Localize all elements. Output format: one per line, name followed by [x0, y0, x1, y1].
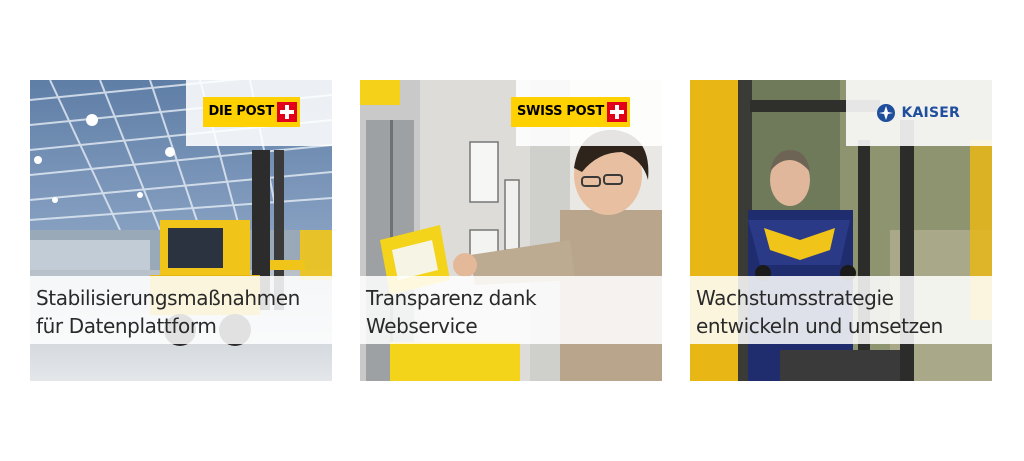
swiss-post-logo: SWISS POST	[510, 97, 630, 127]
card-title[interactable]: Wachstumsstrategie entwickeln und umsetz…	[696, 284, 990, 340]
kaiser-logo: KAISER	[876, 102, 960, 124]
logo-panel: SWISS POST	[510, 80, 662, 146]
card-title-line-1: Wachstumsstrategie	[696, 286, 894, 310]
case-study-card-swiss-post[interactable]: SWISS POST Transparenz dank Webservice	[360, 80, 662, 381]
card-title-line-2: entwickeln und umsetzen	[696, 314, 943, 338]
logo-panel: KAISER	[846, 80, 992, 146]
logo-text: DIE POST	[208, 104, 275, 119]
case-study-card-kaiser[interactable]: KAISER Wachstumsstrategie entwickeln und…	[690, 80, 992, 381]
kaiser-emblem-icon	[877, 104, 896, 122]
card-title[interactable]: Transparenz dank Webservice	[366, 284, 660, 340]
logo-text: SWISS POST	[516, 104, 604, 119]
card-title-line-1: Transparenz dank	[366, 286, 537, 310]
card-title-line-2: Webservice	[366, 314, 478, 338]
caption-band: Stabilisierungsmaßnahmen für Datenplattf…	[30, 276, 332, 344]
caption-band: Wachstumsstrategie entwickeln und umsetz…	[690, 276, 992, 344]
caption-band: Transparenz dank Webservice	[360, 276, 662, 344]
case-study-teaser-row: DIE POST Stabilisierungsmaßnahmen für Da…	[30, 80, 992, 381]
swiss-cross-icon	[607, 102, 627, 122]
case-study-card-die-post[interactable]: DIE POST Stabilisierungsmaßnahmen für Da…	[30, 80, 332, 381]
logo-panel: DIE POST	[186, 80, 332, 146]
card-title[interactable]: Stabilisierungsmaßnahmen für Datenplattf…	[36, 284, 330, 340]
card-title-line-2: für Datenplattform	[36, 314, 217, 338]
swiss-cross-icon	[277, 102, 297, 122]
logo-text: KAISER	[901, 105, 960, 121]
card-title-line-1: Stabilisierungsmaßnahmen	[36, 286, 300, 310]
die-post-logo: DIE POST	[202, 97, 300, 127]
